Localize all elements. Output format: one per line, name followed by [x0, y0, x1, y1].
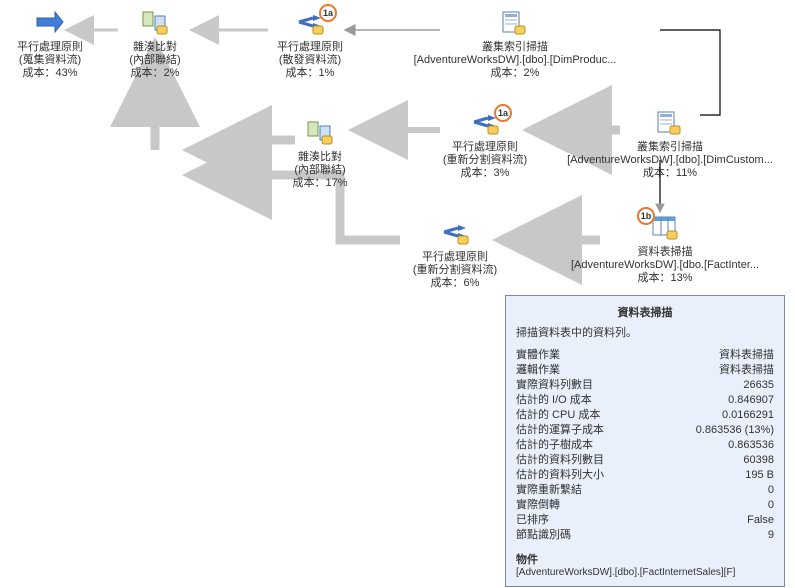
tooltip-value: 0: [768, 498, 774, 513]
tooltip-object-label: 物件: [516, 551, 774, 567]
tooltip-key: 估計的子樹成本: [516, 438, 593, 453]
node-title: 平行處理原則: [410, 141, 560, 154]
tooltip-row: 估計的 CPU 成本 0.0166291: [516, 408, 774, 423]
tooltip-value: 60398: [743, 453, 774, 468]
node-cost: 成本：11%: [560, 167, 780, 180]
tooltip-row: 估計的子樹成本 0.863536: [516, 438, 774, 453]
node-sub: [AdventureWorksDW].[dbo].[DimProduc...: [410, 54, 620, 67]
tooltip-row: 實體作業 資料表掃描: [516, 348, 774, 363]
node-parallel-repart-1[interactable]: 1a 平行處理原則 (重新分割資料流) 成本：3%: [410, 110, 560, 180]
hash-icon: [141, 10, 169, 39]
tooltip-value: 資料表掃描: [719, 363, 774, 378]
node-cixscan-product[interactable]: 叢集索引掃描 [AdventureWorksDW].[dbo].[DimProd…: [410, 10, 620, 80]
table-scan-icon: 1b: [651, 215, 679, 244]
tooltip-row: 估計的運算子成本 0.863536 (13%): [516, 423, 774, 438]
tooltip-value: 9: [768, 528, 774, 543]
node-cost: 成本：2%: [80, 67, 230, 80]
badge-icon: 1a: [319, 4, 337, 22]
node-sub: (重新分割資料流): [410, 154, 560, 167]
tooltip-key: 估計的運算子成本: [516, 423, 604, 438]
tooltip-value: 0.863536: [728, 438, 774, 453]
tooltip-row: 估計的資料列大小 195 B: [516, 468, 774, 483]
parallel-icon: [35, 10, 65, 39]
tooltip-title: 資料表掃描: [516, 304, 774, 320]
tooltip-key: 邏輯作業: [516, 363, 560, 378]
node-sub: (重新分割資料流): [380, 264, 530, 277]
tooltip-value: False: [747, 513, 774, 528]
tooltip-row: 節點識別碼 9: [516, 528, 774, 543]
tooltip-key: 估計的資料列大小: [516, 468, 604, 483]
tooltip-value: 0: [768, 483, 774, 498]
node-title: 平行處理原則: [235, 41, 385, 54]
node-hash-2[interactable]: 雜湊比對 (內部聯結) 成本：17%: [245, 120, 395, 190]
tooltip-row: 估計的資料列數目 60398: [516, 453, 774, 468]
index-scan-icon: [656, 110, 684, 139]
index-scan-icon: [501, 10, 529, 39]
node-sub: (散發資料流): [235, 54, 385, 67]
tooltip-row: 估計的 I/O 成本 0.846907: [516, 393, 774, 408]
node-cost: 成本：13%: [560, 272, 770, 285]
hash-icon: [306, 120, 334, 149]
tooltip-row: 實際重新繫結 0: [516, 483, 774, 498]
parallel-icon: [440, 220, 470, 249]
tooltip-key: 實際倒轉: [516, 498, 560, 513]
node-cost: 成本：1%: [235, 67, 385, 80]
node-sub: [AdventureWorksDW].[dbo.[FactInter...: [560, 259, 770, 272]
tooltip-value: 26635: [743, 378, 774, 393]
tooltip-value: 資料表掃描: [719, 348, 774, 363]
node-cixscan-customer[interactable]: 叢集索引掃描 [AdventureWorksDW].[dbo].[DimCust…: [560, 110, 780, 180]
node-parallel-repart-2[interactable]: 平行處理原則 (重新分割資料流) 成本：6%: [380, 220, 530, 290]
tooltip-key: 實際重新繫結: [516, 483, 582, 498]
node-title: 叢集索引掃描: [410, 41, 620, 54]
node-sub: (內部聯結): [80, 54, 230, 67]
parallel-icon: 1a: [295, 10, 325, 39]
tooltip-key: 估計的資料列數目: [516, 453, 604, 468]
node-title: 叢集索引掃描: [560, 141, 780, 154]
badge-icon: 1b: [637, 207, 655, 225]
tooltip-value: 0.846907: [728, 393, 774, 408]
tooltip-key: 估計的 I/O 成本: [516, 393, 592, 408]
node-title: 雜湊比對: [80, 41, 230, 54]
tooltip-object-value: [AdventureWorksDW].[dbo].[FactInternetSa…: [516, 567, 774, 578]
tooltip-key: 節點識別碼: [516, 528, 571, 543]
node-tablescan[interactable]: 1b 資料表掃描 [AdventureWorksDW].[dbo.[FactIn…: [560, 215, 770, 285]
node-cost: 成本：17%: [245, 177, 395, 190]
node-title: 資料表掃描: [560, 246, 770, 259]
tooltip-row: 已排序 False: [516, 513, 774, 528]
node-sub: (內部聯結): [245, 164, 395, 177]
tooltip-key: 實際資料列數目: [516, 378, 593, 393]
node-cost: 成本：2%: [410, 67, 620, 80]
tooltip-row: 實際資料列數目 26635: [516, 378, 774, 393]
badge-icon: 1a: [494, 104, 512, 122]
tooltip-value: 0.0166291: [722, 408, 774, 423]
tooltip-value: 195 B: [745, 468, 774, 483]
tooltip: 資料表掃描 掃描資料表中的資料列。 實體作業資料表掃描邏輯作業資料表掃描實際資料…: [505, 295, 785, 587]
tooltip-key: 估計的 CPU 成本: [516, 408, 600, 423]
node-title: 平行處理原則: [380, 251, 530, 264]
node-hash-1[interactable]: 雜湊比對 (內部聯結) 成本：2%: [80, 10, 230, 80]
parallel-icon: 1a: [470, 110, 500, 139]
node-sub: [AdventureWorksDW].[dbo].[DimCustom...: [560, 154, 780, 167]
node-cost: 成本：3%: [410, 167, 560, 180]
tooltip-key: 實體作業: [516, 348, 560, 363]
tooltip-subtitle: 掃描資料表中的資料列。: [516, 324, 774, 340]
tooltip-row: 邏輯作業 資料表掃描: [516, 363, 774, 378]
tooltip-row: 實際倒轉 0: [516, 498, 774, 513]
node-cost: 成本：6%: [380, 277, 530, 290]
edge: [660, 30, 720, 115]
tooltip-key: 已排序: [516, 513, 549, 528]
node-title: 雜湊比對: [245, 151, 395, 164]
tooltip-value: 0.863536 (13%): [696, 423, 774, 438]
node-parallel-distribute[interactable]: 1a 平行處理原則 (散發資料流) 成本：1%: [235, 10, 385, 80]
